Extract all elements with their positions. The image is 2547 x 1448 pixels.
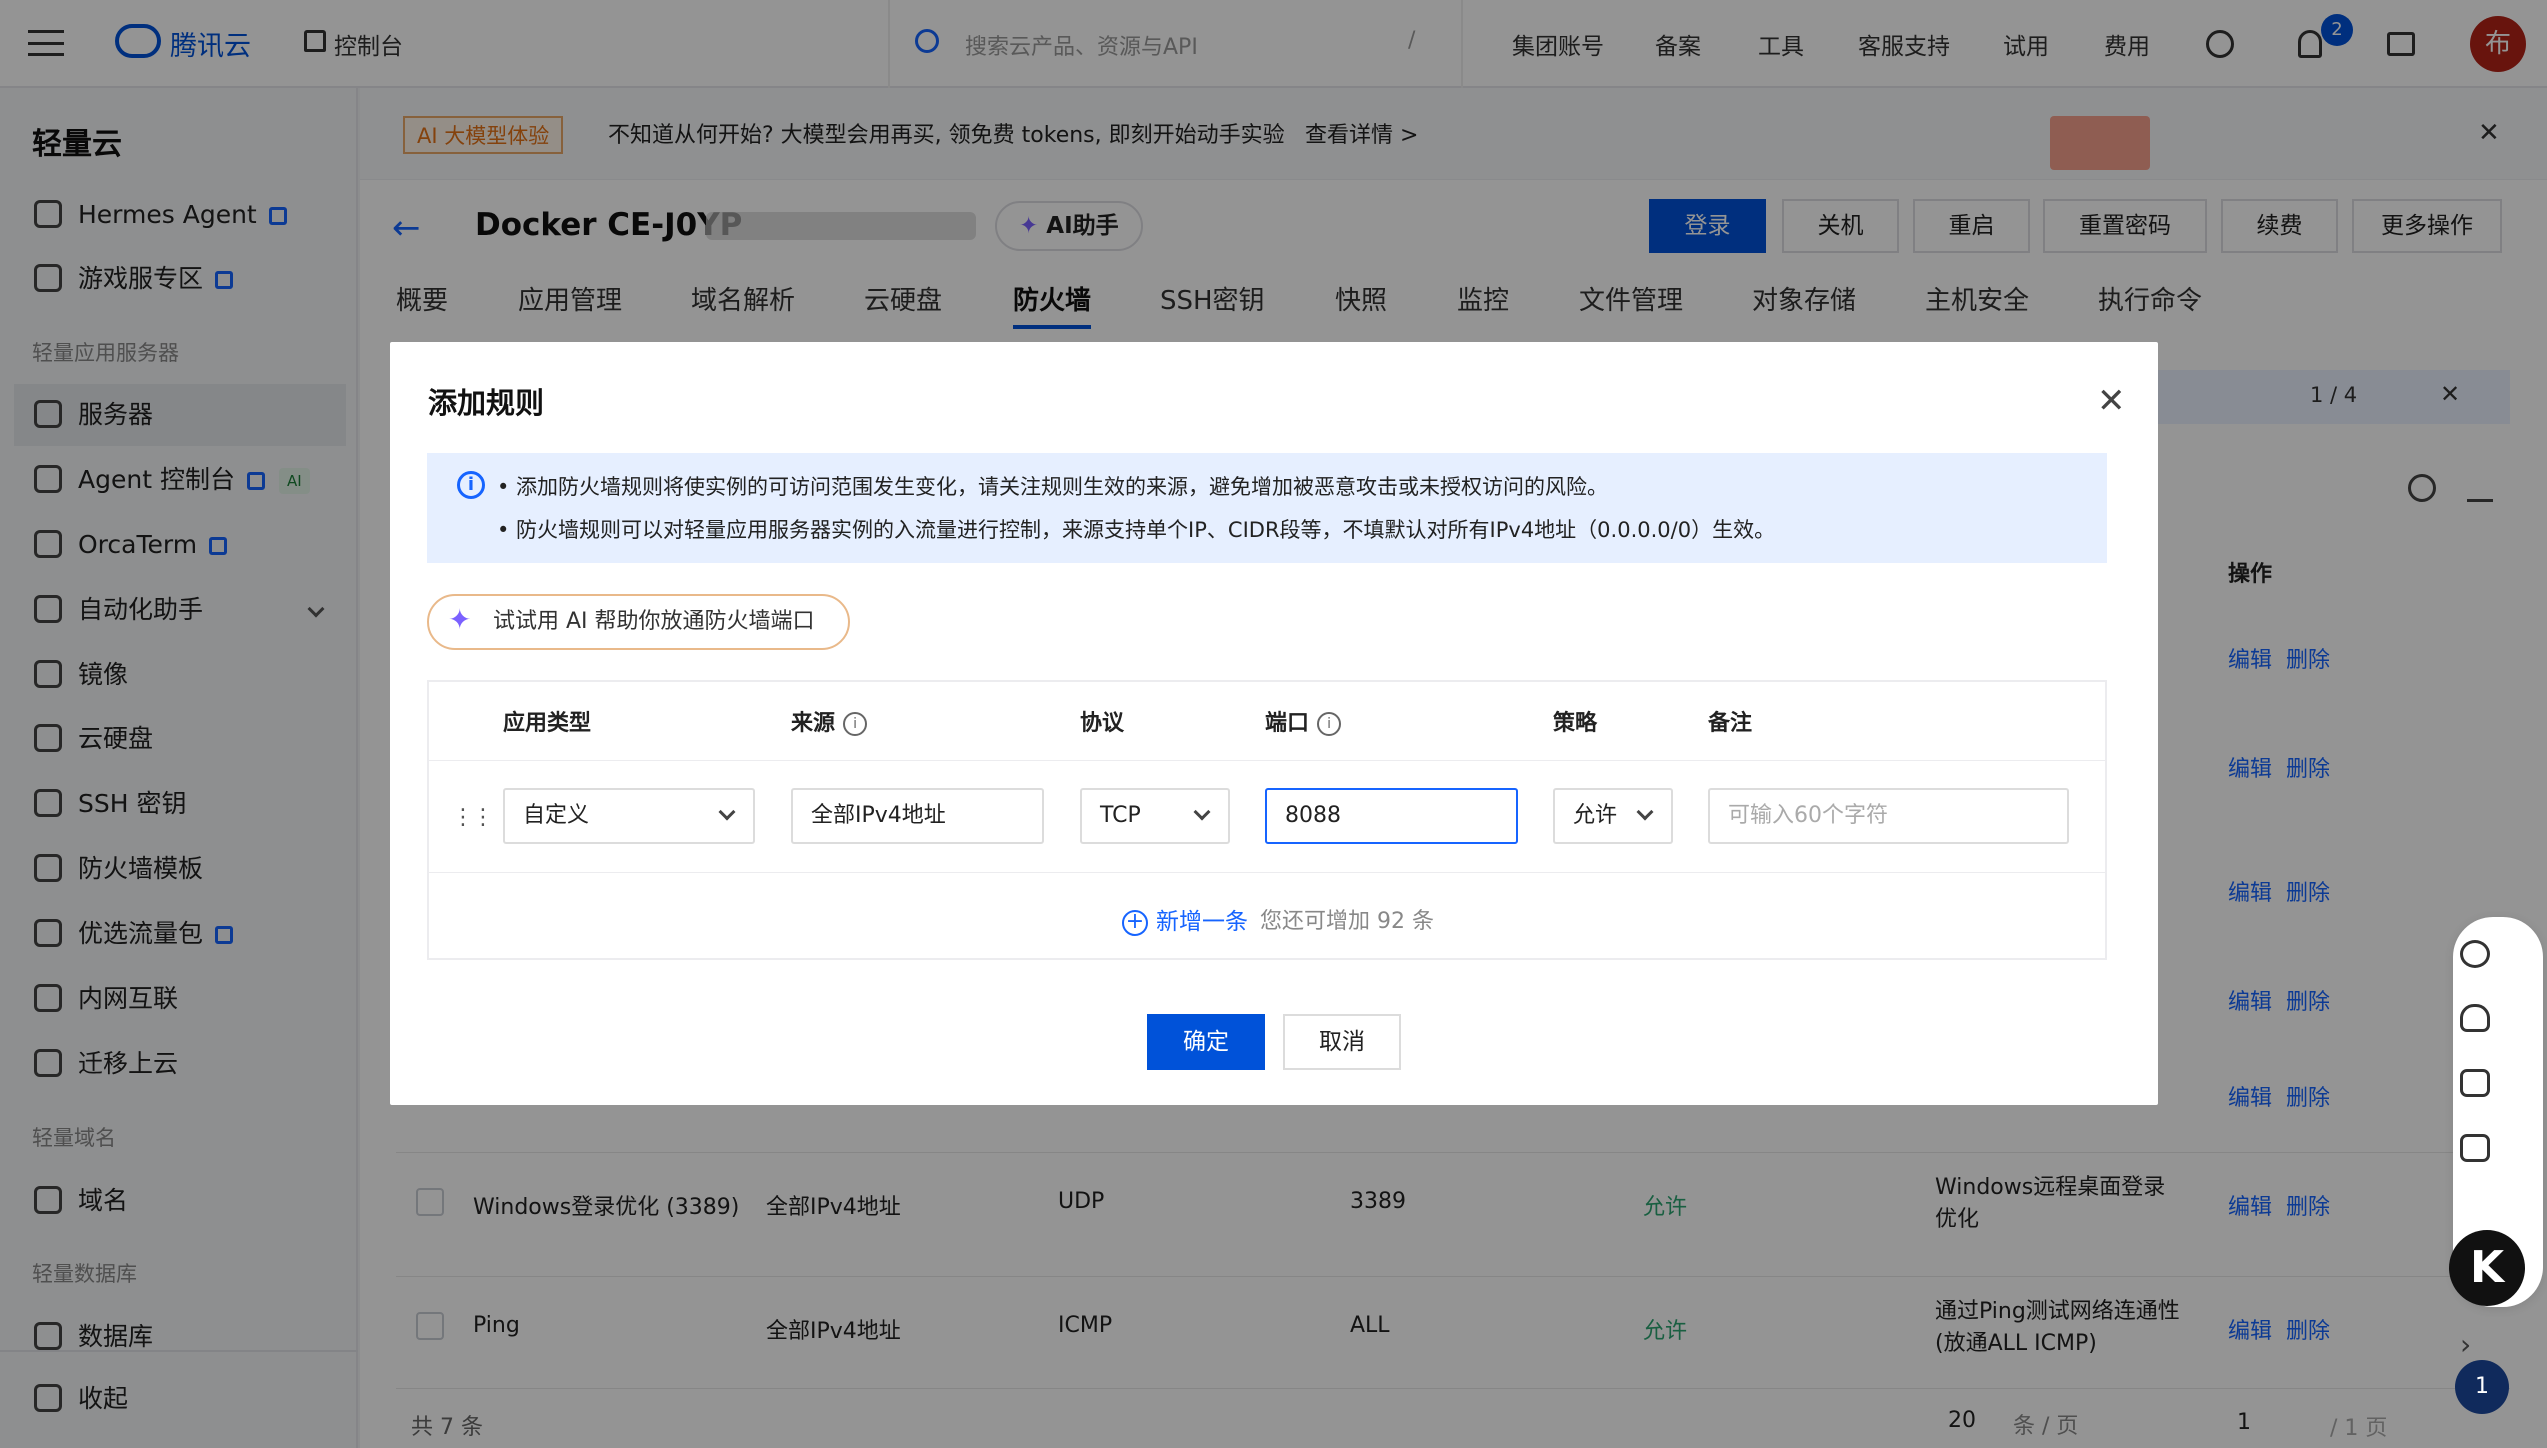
app-type-select[interactable]: 自定义 [503,788,755,844]
info-icon[interactable]: i [843,712,868,736]
chevron-down-icon [1193,803,1211,821]
dialog-title: 添加规则 [428,386,545,420]
input-value: 全部IPv4地址 [811,803,946,828]
remark-input[interactable]: 可输入60个字符 [1708,788,2069,844]
chevron-down-icon [718,803,736,821]
book-icon[interactable] [2460,1069,2490,1097]
plus-circle-icon: + [1122,909,1148,936]
cancel-button[interactable]: 取消 [1283,1014,1401,1070]
info-line-1: • 添加防火墙规则将使实例的可访问范围发生变化，请关注规则生效的来源，避免增加被… [497,475,1609,499]
col-header-remark: 备注 [1708,711,1753,736]
cloud-icon[interactable] [2460,1004,2490,1032]
source-input[interactable]: 全部IPv4地址 [791,788,1044,844]
col-header-label: 来源 [791,711,836,736]
confirm-button[interactable]: 确定 [1147,1014,1265,1070]
info-icon[interactable]: i [1317,712,1342,736]
policy-select[interactable]: 允许 [1553,788,1673,844]
headset-icon[interactable] [2460,940,2490,968]
col-header-app-type: 应用类型 [503,711,592,736]
col-header-protocol: 协议 [1080,711,1125,736]
drag-handle-icon[interactable]: ⋮⋮ [452,805,494,833]
col-header-source: 来源 i [791,705,868,737]
info-alert [427,453,2107,563]
select-value: 允许 [1573,803,1618,828]
input-value: 8088 [1285,803,1341,828]
input-placeholder: 可输入60个字符 [1728,803,1888,828]
col-header-port: 端口 i [1265,705,1342,737]
header-divider [429,760,2105,761]
col-header-policy: 策略 [1553,711,1598,736]
add-rule-row-button[interactable]: + 新增一条 [1122,902,1248,936]
close-icon[interactable]: ✕ [2097,381,2126,421]
port-input[interactable]: 8088 [1265,788,1518,844]
chevron-down-icon [1636,803,1654,821]
ai-firewall-helper-button[interactable]: 试试用 AI 帮助你放通防火墙端口 [427,594,850,650]
col-header-label: 端口 [1265,711,1310,736]
select-value: TCP [1100,803,1141,828]
protocol-select[interactable]: TCP [1080,788,1230,844]
select-value: 自定义 [523,803,590,828]
assistant-bubble[interactable]: K [2449,1230,2525,1306]
add-row-label: 新增一条 [1156,909,1248,935]
row-divider [429,872,2105,873]
sparkle-icon: ✦ [448,603,472,636]
remaining-hint: 您还可增加 92 条 [1260,909,1434,934]
feedback-icon[interactable] [2460,1134,2490,1162]
chevron-right-icon[interactable]: › [2460,1328,2471,1361]
info-icon: i [457,471,485,499]
info-line-2: • 防火墙规则可以对轻量应用服务器实例的入流量进行控制，来源支持单个IP、CID… [497,518,1776,542]
message-count-bubble[interactable]: 1 [2455,1360,2509,1414]
